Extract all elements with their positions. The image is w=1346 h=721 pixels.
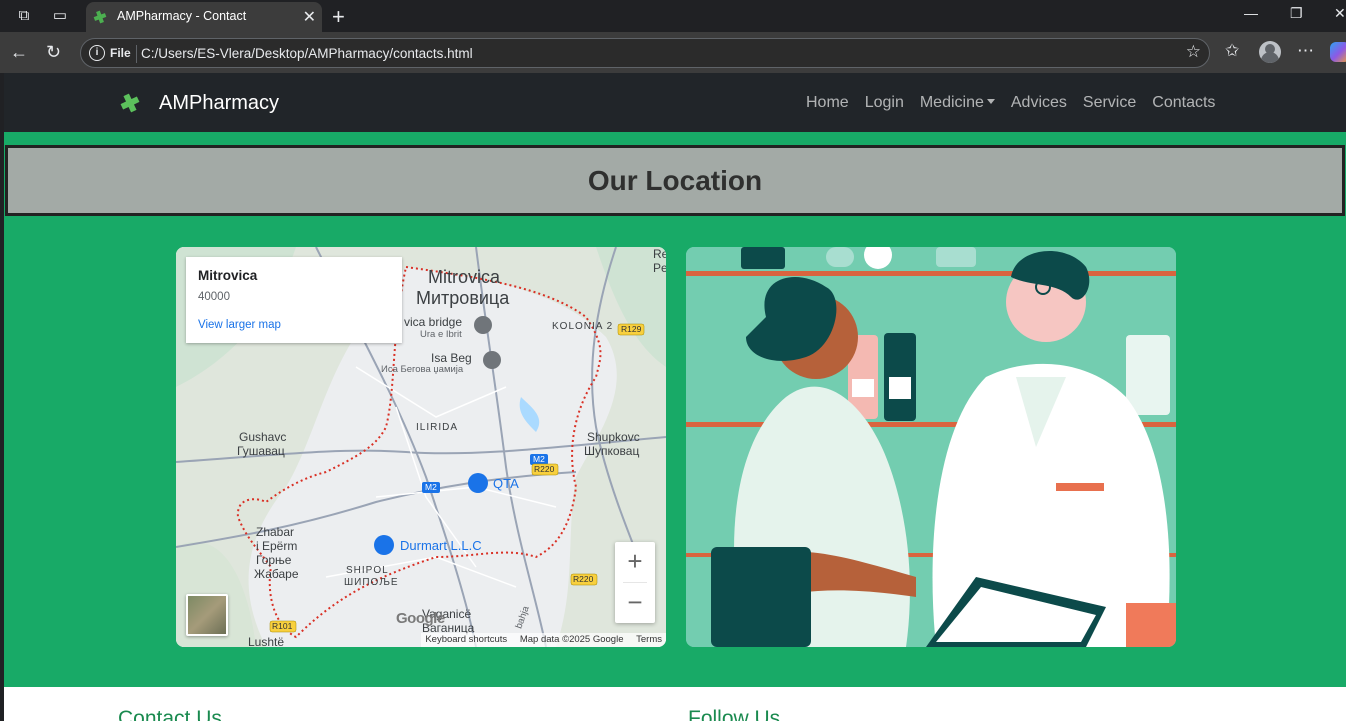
- map-label-zhabar-cyr: Горње: [256, 553, 292, 567]
- location-title: Our Location: [587, 165, 763, 196]
- pharmacy-illustration: [686, 247, 1176, 647]
- reload-icon[interactable]: ↻: [46, 42, 61, 63]
- copilot-icon[interactable]: [1330, 42, 1346, 62]
- map-label-zhabar-cyr-2: Жабаре: [254, 567, 299, 581]
- restore-icon[interactable]: ❐: [1290, 5, 1303, 22]
- map-label-re: Re: [653, 247, 666, 261]
- map-label-m2b: M2: [425, 482, 437, 492]
- favorites-icon[interactable]: ✩: [1225, 41, 1239, 61]
- zoom-in-button[interactable]: +: [615, 542, 655, 582]
- caret-down-icon: [986, 99, 995, 104]
- browser-tab-active[interactable]: AMPharmacy - Contact ✕: [86, 2, 322, 32]
- map-label-shupkovc: Shupkovc: [587, 430, 640, 444]
- map-label-city-cyr: Митровица: [416, 288, 510, 308]
- map-terms-link[interactable]: Terms: [636, 634, 662, 645]
- map-label-bridge: vica bridge: [404, 315, 463, 329]
- nav-login[interactable]: Login: [865, 94, 904, 112]
- address-separator: [136, 45, 137, 63]
- nav-links: Home Login Medicine Advices Service Cont…: [806, 94, 1231, 112]
- nav-medicine-dropdown[interactable]: Medicine: [920, 94, 995, 112]
- map-label-bahja: bahja: [513, 604, 532, 631]
- follow-us-heading: Follow Us: [688, 707, 781, 721]
- pharmacist-customer-illustration: [686, 247, 1176, 647]
- map-label-zhabar-2: i Epërm: [256, 539, 298, 553]
- map-label-ilirida: ILIRIDA: [416, 422, 459, 433]
- map-label-shupkovc-cyr: Шупковац: [584, 444, 640, 458]
- map-poi-qta[interactable]: QTA: [493, 476, 519, 491]
- browser-tab-bar: ⧉ ▭ AMPharmacy - Contact ✕ + — ❐ ✕: [0, 0, 1346, 32]
- more-menu-icon[interactable]: ⋯: [1297, 41, 1314, 61]
- map-label-shipol-cyr: ШИПОЉЕ: [344, 577, 399, 588]
- map-label-r101: R101: [272, 621, 293, 631]
- nav-medicine-label: Medicine: [919, 94, 984, 111]
- keyboard-shortcuts-link[interactable]: Keyboard shortcuts: [425, 634, 507, 645]
- map-label-zhabar: Zhabar: [256, 525, 295, 539]
- vertical-tabs-icon[interactable]: ▭: [50, 6, 70, 26]
- nav-advices[interactable]: Advices: [1011, 94, 1067, 112]
- map-label-city: Mitrovica: [428, 267, 501, 287]
- map-label-pe: Pe: [653, 261, 666, 275]
- map-place-zip: 40000: [198, 291, 230, 303]
- map-place-name: Mitrovica: [198, 268, 258, 283]
- pharmacy-favicon-icon: [93, 10, 107, 24]
- pharmacy-logo-icon[interactable]: [118, 93, 142, 113]
- map-data-text: Map data ©2025 Google: [519, 634, 624, 645]
- map-zoom-control: + −: [615, 542, 655, 623]
- tab-title: AMPharmacy - Contact: [117, 9, 247, 23]
- view-larger-map-link[interactable]: View larger map: [198, 319, 281, 331]
- brand-name[interactable]: AMPharmacy: [159, 92, 279, 115]
- map-poi-durmart[interactable]: Durmart L.L.C: [400, 538, 482, 553]
- map-label-r220b: R220: [573, 574, 594, 584]
- map-place-card: Mitrovica 40000 View larger map: [186, 257, 402, 343]
- nav-home[interactable]: Home: [806, 94, 849, 112]
- file-scheme-label: File: [110, 46, 131, 60]
- map-label-bridge-sub: Ura e Ibrit: [420, 329, 462, 340]
- workspaces-icon[interactable]: ⧉: [14, 6, 34, 26]
- minimize-icon[interactable]: —: [1244, 5, 1258, 21]
- map-label-gushavc-cyr: Гушавац: [237, 444, 285, 458]
- url-text[interactable]: C:/Users/ES-Vlera/Desktop/AMPharmacy/con…: [141, 46, 473, 61]
- map-label-gushavc: Gushavc: [239, 430, 287, 444]
- new-tab-icon[interactable]: +: [332, 4, 345, 30]
- back-icon[interactable]: ←: [10, 42, 28, 63]
- address-bar[interactable]: i File C:/Users/ES-Vlera/Desktop/AMPharm…: [80, 38, 1210, 68]
- close-window-icon[interactable]: ✕: [1334, 5, 1346, 22]
- map-label-r220a: R220: [534, 464, 555, 474]
- map-attribution: Keyboard shortcuts Map data ©2025 Google…: [421, 633, 666, 647]
- close-tab-icon[interactable]: ✕: [303, 7, 316, 27]
- map-label-r129: R129: [621, 324, 642, 334]
- map-label-isabeg: Isa Beg: [431, 351, 472, 365]
- favorite-star-icon[interactable]: ☆: [1186, 42, 1201, 62]
- site-navbar: AMPharmacy Home Login Medicine Advices S…: [4, 73, 1346, 132]
- site-info-icon[interactable]: i: [89, 45, 105, 61]
- map-label-lushte: Lushtë: [248, 635, 285, 647]
- page-viewport: AMPharmacy Home Login Medicine Advices S…: [4, 73, 1346, 721]
- google-map-embed[interactable]: Mitrovica Митровица KOLONIA 2 R129 vica …: [176, 247, 666, 647]
- nav-contacts[interactable]: Contacts: [1152, 94, 1215, 112]
- zoom-out-button[interactable]: −: [615, 583, 655, 623]
- google-logo: Google: [396, 610, 445, 627]
- map-label-kolonia: KOLONIA 2: [552, 321, 614, 332]
- contact-us-heading: Contact Us: [118, 707, 222, 721]
- profile-avatar[interactable]: [1259, 41, 1281, 63]
- site-footer: Contact Us Follow Us: [4, 687, 1346, 721]
- map-label-shipol: SHIPOL: [346, 565, 389, 576]
- browser-toolbar: ← ↻ i File C:/Users/ES-Vlera/Desktop/AMP…: [0, 32, 1346, 73]
- location-header: Our Location: [5, 145, 1345, 216]
- map-label-m2a: M2: [533, 454, 545, 464]
- satellite-toggle[interactable]: [186, 594, 228, 636]
- map-label-isabeg-cyr: Иса Бегова џамија: [381, 364, 464, 375]
- nav-service[interactable]: Service: [1083, 94, 1136, 112]
